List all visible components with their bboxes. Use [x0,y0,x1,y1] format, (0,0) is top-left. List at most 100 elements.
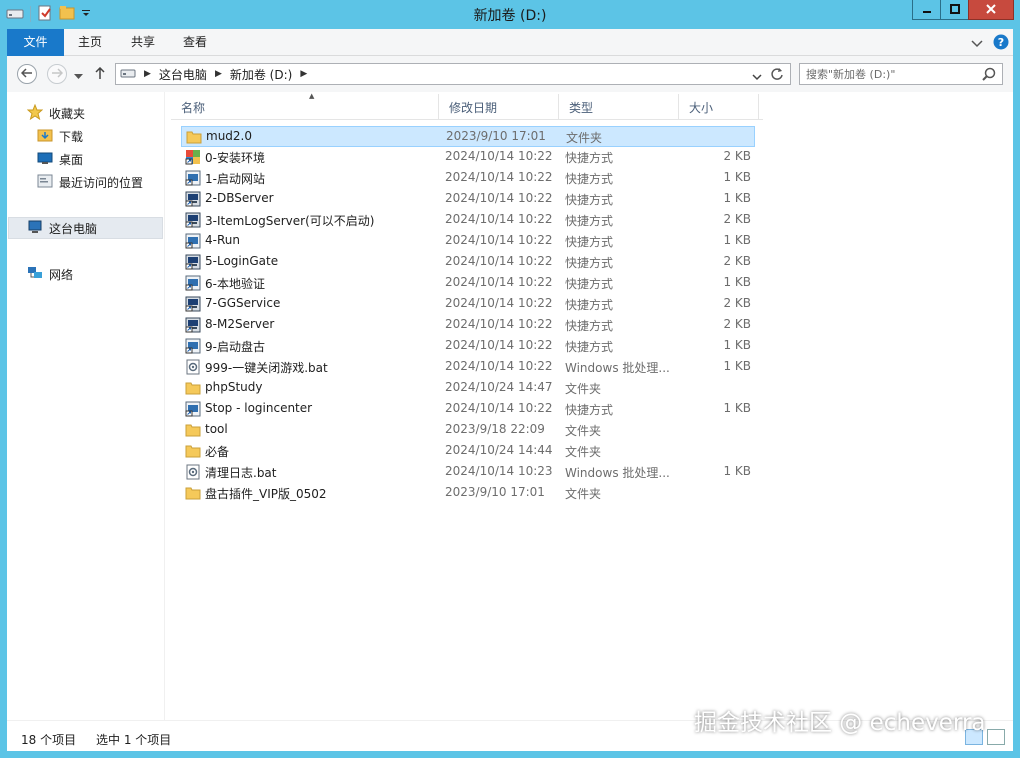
file-row[interactable]: 必备 2024/10/24 14:44 文件夹 [181,441,755,462]
file-type: Windows 批处理... [565,361,670,375]
minimize-icon [922,3,932,17]
explorer-window: 新加卷 (D:) 文件 主页 共享 查看 ? ▶ 这台电脑 ▶ 新加卷 (D:)… [0,0,1020,758]
close-button[interactable] [968,0,1014,20]
back-button[interactable] [17,64,37,84]
expand-ribbon-icon[interactable] [971,37,983,51]
nav-favorites[interactable]: 收藏夹 [26,102,85,124]
file-row[interactable]: 1-启动网站 2024/10/14 10:22 快捷方式 1 KB [181,168,755,189]
file-row[interactable]: 盘古插件_VIP版_0502 2023/9/10 17:01 文件夹 [181,483,755,504]
explorer-content: 收藏夹 下载 桌面 最近访问的位置 这台电脑 网络 ▲ 名称 修改日期 类型 大… [7,92,1013,720]
recent-locations-icon[interactable] [74,69,83,83]
file-size: 1 KB [723,191,751,205]
refresh-icon[interactable] [770,67,784,84]
tab-share[interactable]: 共享 [117,29,169,56]
tab-file[interactable]: 文件 [7,29,64,56]
forward-button[interactable] [47,64,67,84]
file-row[interactable]: mud2.0 2023/9/10 17:01 文件夹 [181,126,755,147]
tab-view[interactable]: 查看 [169,29,221,56]
search-input[interactable] [806,66,976,82]
close-icon [986,3,996,17]
maximize-button[interactable] [940,0,969,20]
ribbon: 文件 主页 共享 查看 ? [7,29,1013,56]
address-history-chevron-down-icon[interactable] [752,70,762,84]
chevron-right-icon[interactable]: ▶ [215,69,222,79]
chevron-right-icon[interactable]: ▶ [300,69,307,79]
file-row[interactable]: 6-本地验证 2024/10/14 10:22 快捷方式 1 KB [181,273,755,294]
file-row[interactable]: phpStudy 2024/10/24 14:47 文件夹 [181,378,755,399]
shortcut-icon [185,275,201,291]
title-bar: 新加卷 (D:) [0,0,1020,29]
file-row[interactable]: 0-安装环境 2024/10/14 10:22 快捷方式 2 KB [181,147,755,168]
large-icons-view-icon[interactable] [987,729,1005,745]
file-name: 7-GGService [205,296,281,310]
file-type: 快捷方式 [565,319,614,333]
file-row[interactable]: 3-ItemLogServer(可以不启动) 2024/10/14 10:22 快捷… [181,210,755,231]
file-type: 快捷方式 [565,277,614,291]
file-row[interactable]: 5-LoginGate 2024/10/14 10:22 快捷方式 2 KB [181,252,755,273]
column-header-name[interactable]: 名称 [171,94,439,120]
recent-places-icon [37,173,53,192]
file-size: 1 KB [723,170,751,184]
desktop-icon [37,150,53,169]
nav-item-desktop[interactable]: 桌面 [37,148,83,170]
file-row[interactable]: Stop - logincenter 2024/10/14 10:22 快捷方式 1 … [181,399,755,420]
search-box[interactable] [799,63,1003,85]
nav-item-this-pc[interactable]: 这台电脑 [8,217,163,239]
file-name: 999-一键关闭游戏.bat [205,361,328,375]
watermark: 掘金技术社区 @ echeverra [694,710,986,736]
app-shortcut-icon [185,254,201,270]
file-type: 文件夹 [566,131,603,145]
file-size: 2 KB [723,317,751,331]
minimize-button[interactable] [912,0,941,20]
file-type: 文件夹 [565,445,602,459]
folder-icon [185,422,201,438]
file-modified-date: 2024/10/14 10:22 [445,275,553,289]
file-type: 快捷方式 [565,151,614,165]
column-header-date[interactable]: 修改日期 [439,94,559,120]
installer-shortcut-icon [185,149,201,165]
file-name: 4-Run [205,233,240,247]
address-bar[interactable]: ▶ 这台电脑 ▶ 新加卷 (D:) ▶ [115,63,791,85]
file-type: Windows 批处理... [565,466,670,480]
file-row[interactable]: tool 2023/9/18 22:09 文件夹 [181,420,755,441]
shortcut-icon [185,170,201,186]
file-modified-date: 2024/10/14 10:22 [445,212,553,226]
file-modified-date: 2024/10/14 10:22 [445,191,553,205]
column-header-type[interactable]: 类型 [559,94,679,120]
file-row[interactable]: 9-启动盘古 2024/10/14 10:22 快捷方式 1 KB [181,336,755,357]
app-shortcut-icon [185,296,201,312]
file-name: 2-DBServer [205,191,274,205]
breadcrumb-drive-d[interactable]: 新加卷 (D:) [230,66,292,83]
file-name: mud2.0 [206,129,252,143]
file-modified-date: 2023/9/18 22:09 [445,422,545,436]
file-type: 快捷方式 [565,403,614,417]
file-size: 1 KB [723,338,751,352]
help-icon[interactable]: ? [993,34,1009,53]
file-list: ▲ 名称 修改日期 类型 大小 mud2.0 2023/9/10 17:01 文件夹… [167,92,1013,720]
file-row[interactable]: 7-GGService 2024/10/14 10:22 快捷方式 2 KB [181,294,755,315]
file-row[interactable]: 4-Run 2024/10/14 10:22 快捷方式 1 KB [181,231,755,252]
file-type: 快捷方式 [565,256,614,270]
up-arrow-icon[interactable] [95,66,105,82]
chevron-right-icon[interactable]: ▶ [144,69,151,79]
tab-home[interactable]: 主页 [64,29,116,56]
file-row[interactable]: 清理日志.bat 2024/10/14 10:23 Windows 批处理... 1 … [181,462,755,483]
file-name: 3-ItemLogServer(可以不启动) [205,214,375,228]
nav-item-recent-places[interactable]: 最近访问的位置 [37,171,143,193]
nav-item-downloads[interactable]: 下载 [37,125,83,147]
file-name: 6-本地验证 [205,277,265,291]
file-type: 快捷方式 [565,172,614,186]
navigation-pane: 收藏夹 下载 桌面 最近访问的位置 这台电脑 网络 [7,92,165,720]
column-header-size[interactable]: 大小 [679,94,759,120]
breadcrumb-this-pc[interactable]: 这台电脑 [159,66,207,83]
navigation-bar: ▶ 这台电脑 ▶ 新加卷 (D:) ▶ [7,56,1013,92]
nav-item-network[interactable]: 网络 [27,263,73,285]
file-row[interactable]: 8-M2Server 2024/10/14 10:22 快捷方式 2 KB [181,315,755,336]
search-icon[interactable] [982,67,996,84]
file-size: 1 KB [723,359,751,373]
file-modified-date: 2024/10/14 10:22 [445,338,553,352]
file-modified-date: 2024/10/14 10:22 [445,254,553,268]
file-row[interactable]: 999-一键关闭游戏.bat 2024/10/14 10:22 Windows 批处… [181,357,755,378]
file-row[interactable]: 2-DBServer 2024/10/14 10:22 快捷方式 1 KB [181,189,755,210]
breadcrumb: ▶ 这台电脑 ▶ 新加卷 (D:) ▶ [120,64,307,84]
